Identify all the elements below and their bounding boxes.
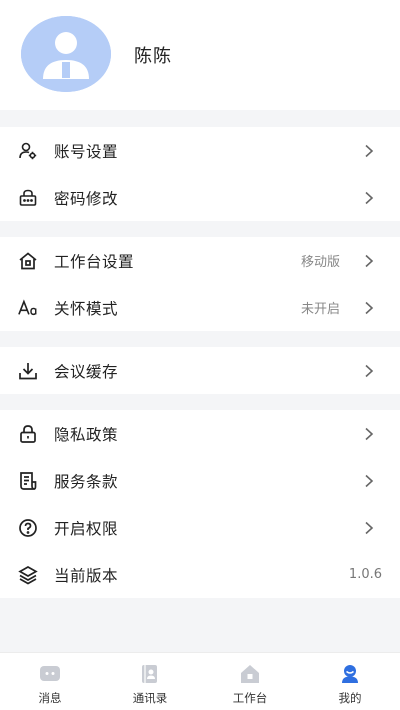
menu-item-permissions[interactable]: 开启权限: [0, 504, 400, 551]
nav-label: 工作台: [232, 691, 268, 705]
chevron-right-icon: [365, 254, 374, 267]
chevron-right-icon: [365, 474, 374, 487]
menu-item-account-settings[interactable]: 账号设置: [0, 127, 400, 174]
menu-item-label: 账号设置: [54, 142, 119, 161]
chevron-right-icon: [365, 427, 374, 440]
menu-item-workbench-settings[interactable]: 工作台设置 移动版: [0, 237, 400, 284]
profile-header[interactable]: 陈陈: [0, 0, 400, 110]
font-size-icon: [18, 298, 38, 318]
menu-item-label: 服务条款: [54, 472, 119, 491]
nav-tab-mine[interactable]: 我的: [300, 653, 400, 710]
padlock-icon: [18, 424, 38, 444]
document-icon: [18, 471, 38, 491]
download-icon: [18, 361, 38, 381]
nav-label: 我的: [338, 691, 362, 705]
menu-item-label: 关怀模式: [54, 299, 119, 318]
nav-tab-contacts[interactable]: 通讯录: [100, 653, 200, 710]
menu-item-label: 密码修改: [54, 189, 119, 208]
layers-icon: [18, 565, 38, 585]
menu-item-privacy-policy[interactable]: 隐私政策: [0, 410, 400, 457]
message-icon: [40, 666, 60, 681]
about-group: 隐私政策 服务条款 开启权限 当前版本 1.0.6: [0, 410, 400, 598]
avatar[interactable]: [21, 16, 111, 92]
menu-item-terms-of-service[interactable]: 服务条款: [0, 457, 400, 504]
menu-item-label: 开启权限: [54, 519, 119, 538]
contacts-icon: [142, 665, 157, 683]
profile-icon: [342, 665, 358, 683]
chevron-right-icon: [365, 521, 374, 534]
workbench-icon: [241, 665, 259, 683]
nav-tab-messages[interactable]: 消息: [0, 653, 100, 710]
menu-item-label: 工作台设置: [54, 252, 135, 271]
menu-item-label: 会议缓存: [54, 362, 119, 381]
account-group: 账号设置 密码修改: [0, 127, 400, 221]
profile-name: 陈陈: [134, 46, 172, 67]
lock-box-icon: [18, 188, 38, 208]
menu-item-value: 未开启: [300, 302, 340, 317]
nav-label: 通讯录: [132, 691, 168, 705]
menu-item-current-version: 当前版本 1.0.6: [0, 551, 400, 598]
menu-item-label: 当前版本: [54, 566, 119, 585]
my-page: 陈陈 账号设置 密码修改 工作台设置 移动版 关怀模式 未开启 会议缓存 隐私政…: [0, 0, 400, 710]
menu-item-change-password[interactable]: 密码修改: [0, 174, 400, 221]
nav-label: 消息: [38, 691, 62, 705]
menu-item-value: 移动版: [300, 255, 340, 270]
menu-item-care-mode[interactable]: 关怀模式 未开启: [0, 284, 400, 331]
question-icon: [18, 518, 38, 538]
nav-tab-workbench[interactable]: 工作台: [200, 653, 300, 710]
menu-item-meeting-cache[interactable]: 会议缓存: [0, 347, 400, 394]
home-icon: [18, 251, 38, 271]
chevron-right-icon: [365, 144, 374, 157]
chevron-right-icon: [365, 301, 374, 314]
chevron-right-icon: [365, 364, 374, 377]
menu-item-label: 隐私政策: [54, 425, 119, 444]
chevron-right-icon: [365, 191, 374, 204]
user-gear-icon: [18, 141, 38, 161]
user-avatar-icon: [21, 16, 111, 92]
bottom-nav: 消息 通讯录 工作台 我的: [0, 652, 400, 710]
version-value: 1.0.6: [348, 567, 382, 582]
cache-group: 会议缓存: [0, 347, 400, 394]
workbench-group: 工作台设置 移动版 关怀模式 未开启: [0, 237, 400, 331]
